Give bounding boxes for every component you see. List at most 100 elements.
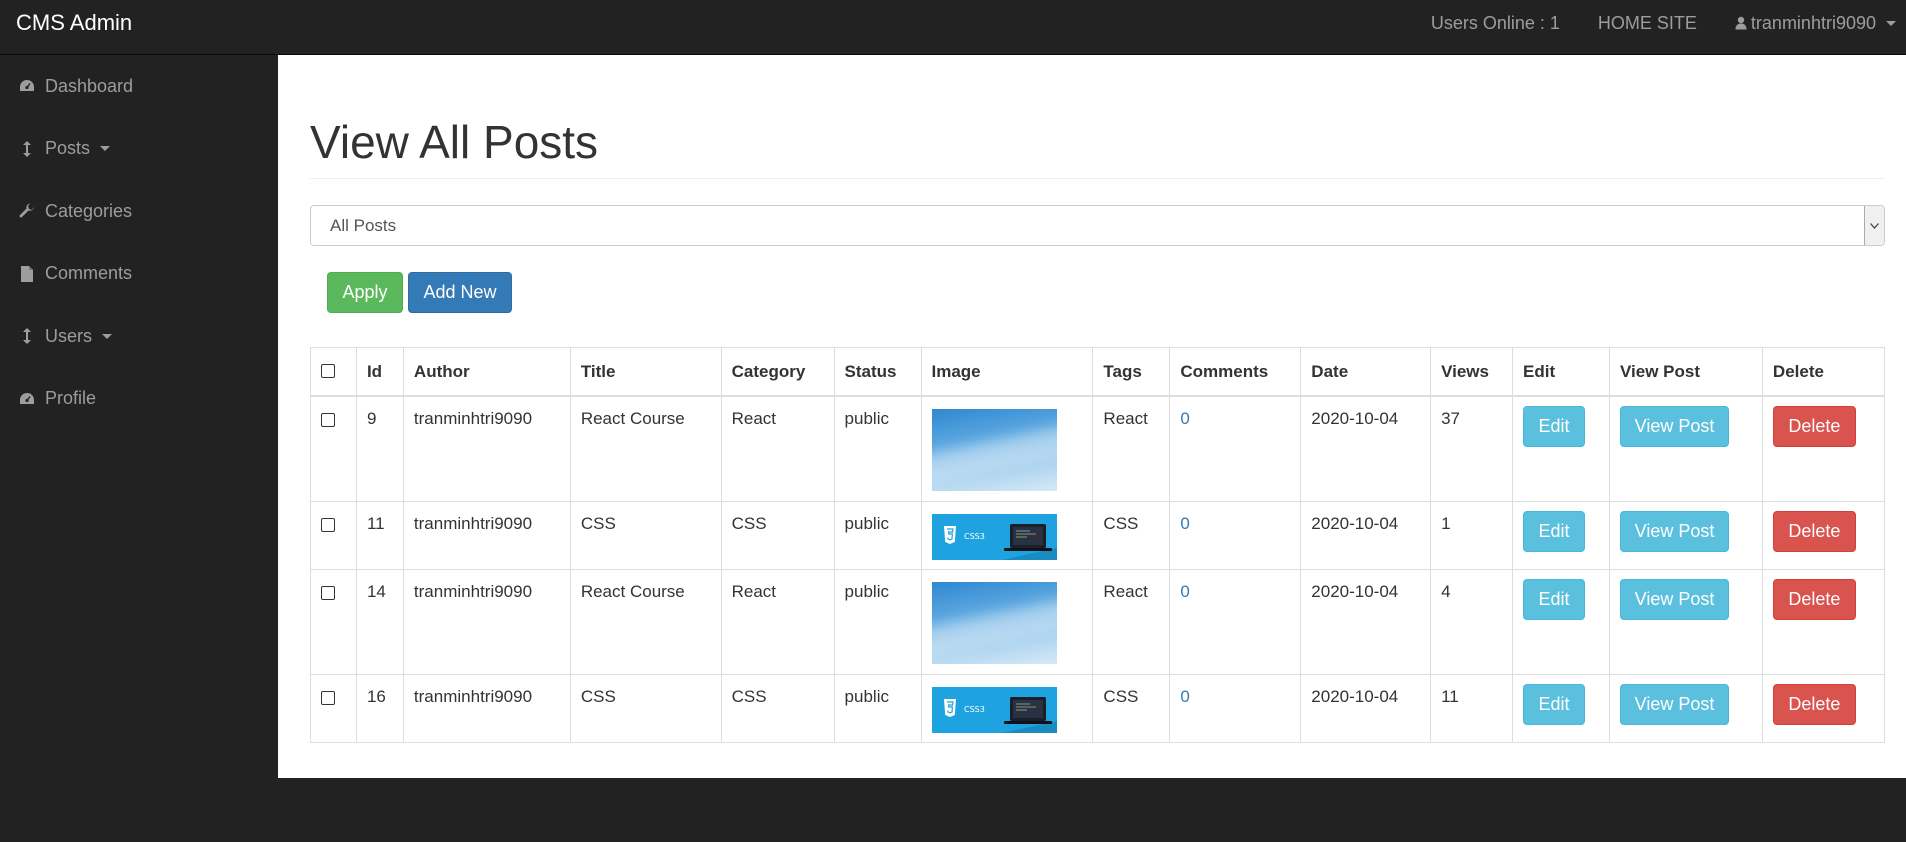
css3-logo-icon: CSS3 — [943, 523, 1057, 560]
row-checkbox[interactable] — [321, 585, 335, 600]
sidebar-item-label: Profile — [45, 388, 97, 409]
post-date: 2020-10-04 — [1300, 395, 1432, 502]
delete-cell: Delete — [1761, 673, 1886, 743]
post-author: tranminhtri9090 — [402, 500, 571, 570]
post-views: 37 — [1430, 395, 1514, 502]
post-comments-cell: 0 — [1169, 395, 1302, 502]
home-site-link[interactable]: HOME SITE — [1579, 0, 1716, 46]
post-author: tranminhtri9090 — [402, 395, 571, 502]
chevron-down-icon — [102, 333, 113, 339]
posts-table: Id Author Title Category Status Image Ta… — [310, 347, 1886, 743]
sidebar-item-label: Dashboard — [45, 75, 134, 96]
delete-button[interactable]: Delete — [1772, 683, 1856, 725]
post-comments-cell: 0 — [1169, 500, 1302, 570]
post-image-cell: CSS3 — [920, 500, 1094, 570]
table-row: 16 tranminhtri9090 CSS CSS public CSS3 C… — [310, 673, 1886, 743]
top-navbar: CMS Admin Users Online : 1 HOME SITE tra… — [0, 0, 1906, 55]
post-status: public — [833, 500, 922, 570]
post-status: public — [833, 395, 922, 502]
view-post-cell: View Post — [1609, 500, 1763, 570]
post-id: 16 — [355, 673, 404, 743]
sidebar-item-categories[interactable]: Categories — [0, 180, 278, 243]
post-author: tranminhtri9090 — [402, 568, 571, 675]
column-header: Status — [833, 347, 922, 397]
delete-button[interactable]: Delete — [1772, 578, 1856, 620]
post-category: React — [720, 395, 835, 502]
page-title: View All Posts — [310, 116, 599, 168]
chevron-down-icon — [1886, 20, 1896, 26]
post-image-cell — [920, 395, 1094, 502]
post-status: public — [833, 673, 922, 743]
post-title: React Course — [569, 568, 722, 675]
column-header: Views — [1430, 347, 1514, 397]
post-thumbnail — [931, 409, 1057, 491]
post-date: 2020-10-04 — [1300, 673, 1432, 743]
post-title: CSS — [569, 500, 722, 570]
edit-cell: Edit — [1512, 500, 1610, 570]
edit-button[interactable]: Edit — [1523, 510, 1586, 552]
row-checkbox[interactable] — [321, 517, 335, 532]
view-post-button[interactable]: View Post — [1620, 406, 1729, 447]
sidebar-item-label: Categories — [45, 200, 133, 221]
username-label: tranminhtri9090 — [1750, 13, 1876, 33]
comments-count-link[interactable]: 0 — [1180, 409, 1189, 428]
row-select-cell — [310, 673, 357, 743]
edit-button[interactable]: Edit — [1523, 406, 1586, 447]
post-tags: CSS — [1092, 500, 1171, 570]
post-thumbnail: CSS3 — [931, 513, 1057, 560]
column-header: Delete — [1761, 347, 1886, 397]
view-post-button[interactable]: View Post — [1620, 683, 1729, 725]
sidebar-item-comments[interactable]: Comments — [0, 243, 278, 306]
delete-button[interactable]: Delete — [1772, 406, 1856, 447]
sidebar-item-profile[interactable]: Profile — [0, 368, 278, 431]
column-header: Edit — [1512, 347, 1610, 397]
sidebar-item-label: Posts — [45, 138, 91, 159]
view-post-button[interactable]: View Post — [1620, 578, 1729, 620]
sidebar-item-dashboard[interactable]: Dashboard — [0, 55, 278, 118]
row-select-cell — [310, 568, 357, 675]
column-header: Comments — [1169, 347, 1302, 397]
comments-count-link[interactable]: 0 — [1180, 582, 1189, 601]
sidebar-item-users[interactable]: Users — [0, 305, 278, 368]
column-header: Date — [1300, 347, 1432, 397]
edit-button[interactable]: Edit — [1523, 683, 1586, 725]
comments-count-link[interactable]: 0 — [1180, 514, 1189, 533]
edit-cell: Edit — [1512, 395, 1610, 502]
post-tags: CSS — [1092, 673, 1171, 743]
post-date: 2020-10-04 — [1300, 500, 1432, 570]
add-new-button[interactable]: Add New — [408, 272, 512, 313]
comments-count-link[interactable]: 0 — [1180, 687, 1189, 706]
sidebar-item-label: Comments — [45, 263, 133, 284]
select-all-checkbox[interactable] — [321, 364, 335, 378]
apply-button[interactable]: Apply — [327, 272, 403, 313]
row-checkbox[interactable] — [321, 690, 335, 705]
bulk-options-select[interactable]: All Posts — [310, 205, 1885, 246]
css3-text: CSS3 — [964, 705, 985, 714]
row-checkbox[interactable] — [321, 413, 335, 427]
delete-button[interactable]: Delete — [1772, 510, 1856, 552]
post-views: 1 — [1430, 500, 1514, 570]
post-author: tranminhtri9090 — [402, 673, 571, 743]
edit-button[interactable]: Edit — [1523, 578, 1586, 620]
view-post-button[interactable]: View Post — [1620, 510, 1729, 552]
column-header: Id — [355, 347, 404, 397]
column-header: Author — [402, 347, 571, 397]
post-category: CSS — [720, 673, 835, 743]
post-tags: React — [1092, 395, 1171, 502]
user-dropdown[interactable]: tranminhtri9090 — [1716, 0, 1906, 46]
chevron-down-icon — [100, 146, 111, 152]
post-id: 11 — [355, 500, 404, 570]
post-comments-cell: 0 — [1169, 673, 1302, 743]
users-online-label: Users Online : 1 — [1430, 13, 1560, 33]
post-thumbnail: CSS3 — [931, 686, 1057, 733]
post-comments-cell: 0 — [1169, 568, 1302, 675]
column-header: Category — [720, 347, 835, 397]
sidebar: Dashboard Posts Categories Comments User… — [0, 55, 278, 430]
sidebar-item-posts[interactable]: Posts — [0, 118, 278, 181]
post-category: React — [720, 568, 835, 675]
post-title: CSS — [569, 673, 722, 743]
post-category: CSS — [720, 500, 835, 570]
select-all-cell — [310, 347, 357, 397]
brand-link[interactable]: CMS Admin — [16, 0, 132, 46]
post-image-cell: CSS3 — [920, 673, 1094, 743]
